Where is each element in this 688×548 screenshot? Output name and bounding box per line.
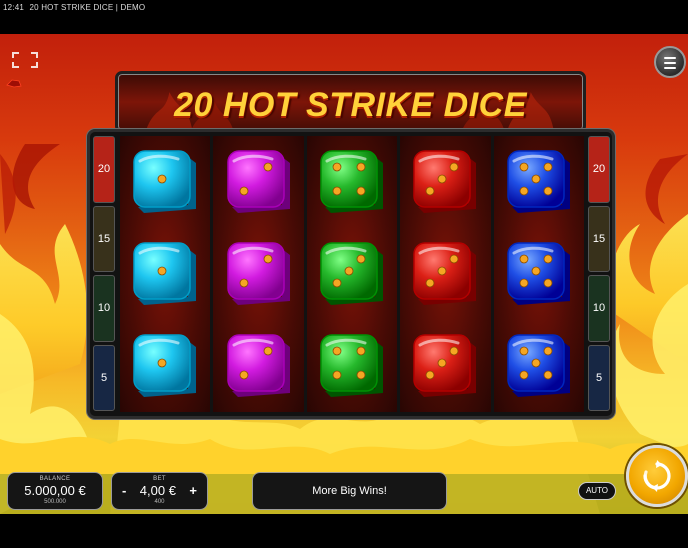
die-pip (356, 254, 366, 264)
paylines-left: 20 15 10 5 (93, 136, 115, 411)
die-pip (157, 174, 167, 184)
reels-grid (120, 136, 585, 412)
die-magenta (226, 242, 290, 305)
balance-value: 5.000,00 € (24, 483, 86, 498)
menu-icon[interactable] (654, 46, 686, 78)
die-pip (543, 370, 553, 380)
die-cyan (133, 242, 197, 305)
message-text: More Big Wins! (312, 485, 387, 497)
balance-label: BALANCE (39, 476, 71, 482)
message-panel: More Big Wins! (252, 472, 447, 510)
die-pip (356, 370, 366, 380)
die-pip (519, 346, 529, 356)
reel-red (400, 136, 491, 412)
die-pip (543, 186, 553, 196)
reel-magenta (213, 136, 304, 412)
die-pip (332, 162, 342, 172)
balance-panel: BALANCE 5.000,00 € 500.000 (7, 472, 103, 510)
payline-label: 15 (93, 205, 115, 272)
die-magenta (226, 334, 290, 397)
die-red (413, 242, 477, 305)
bet-increase-button[interactable]: + (189, 483, 197, 498)
paylines-right: 20 15 10 5 (588, 136, 610, 411)
die-pip (332, 370, 342, 380)
die-pip (426, 278, 435, 288)
sound-icon[interactable] (6, 78, 22, 88)
die-pip (519, 370, 529, 380)
status-title: 20 HOT STRIKE DICE | DEMO (29, 3, 146, 12)
die-blue (507, 150, 570, 213)
die-pip (543, 162, 553, 172)
die-pip (263, 162, 273, 172)
die-pip (263, 254, 273, 264)
spin-icon (643, 460, 671, 492)
die-green (320, 242, 384, 305)
die-blue (507, 242, 570, 305)
die-pip (519, 278, 529, 288)
reel-cyan (120, 136, 211, 412)
die-green (320, 334, 384, 397)
die-pip (438, 358, 447, 368)
die-magenta (226, 150, 290, 213)
die-red (413, 334, 477, 397)
spin-button[interactable] (626, 445, 688, 507)
bet-decrease-button[interactable]: - (122, 483, 126, 498)
reel-blue (493, 136, 585, 412)
die-pip (531, 358, 541, 368)
status-meta: 12:41 20 HOT STRIKE DICE | DEMO (3, 3, 148, 12)
bet-panel: BET - 4,00 € + 400 (111, 472, 208, 510)
die-pip (531, 266, 541, 276)
die-pip (543, 278, 553, 288)
die-pip (543, 254, 553, 264)
die-green (320, 150, 384, 213)
die-pip (344, 266, 354, 276)
payline-label: 5 (588, 344, 610, 411)
die-red (413, 150, 477, 213)
bet-value: 4,00 € (139, 483, 176, 498)
die-pip (239, 278, 249, 288)
die-pip (356, 346, 366, 356)
die-pip (543, 346, 553, 356)
die-pip (450, 162, 459, 172)
die-pip (519, 186, 529, 196)
status-bar: 12:41 20 HOT STRIKE DICE | DEMO (0, 0, 688, 34)
die-pip (531, 174, 541, 184)
status-time: 12:41 (3, 3, 25, 12)
payline-label: 20 (588, 136, 610, 203)
title-plate: 20 HOT STRIKE DICE (115, 71, 586, 133)
payline-label: 10 (93, 275, 115, 342)
payline-label: 20 (93, 136, 115, 203)
die-pip (332, 346, 342, 356)
die-pip (332, 186, 342, 196)
die-pip (157, 358, 167, 368)
die-pip (356, 162, 366, 172)
die-pip (519, 162, 529, 172)
die-pip (519, 254, 529, 264)
die-pip (239, 186, 249, 196)
die-pip (239, 370, 249, 380)
die-cyan (133, 334, 197, 397)
die-cyan (133, 150, 197, 213)
die-blue (507, 334, 570, 397)
payline-label: 5 (93, 344, 115, 411)
die-pip (438, 266, 447, 276)
autoplay-button[interactable]: AUTO (578, 482, 616, 500)
die-pip (426, 370, 435, 380)
die-pip (438, 174, 447, 184)
die-pip (157, 266, 167, 276)
die-pip (263, 346, 273, 356)
balance-sub: 500.000 (44, 499, 66, 505)
game-title: 20 HOT STRIKE DICE (174, 86, 527, 124)
reel-green (306, 136, 398, 412)
die-pip (450, 254, 459, 264)
bottom-bar (0, 514, 688, 548)
bet-sub: 400 (154, 499, 165, 505)
payline-label: 10 (588, 275, 610, 342)
die-pip (332, 278, 342, 288)
die-pip (426, 186, 435, 196)
die-pip (450, 346, 459, 356)
die-pip (356, 186, 366, 196)
fullscreen-icon[interactable] (12, 52, 38, 68)
payline-label: 15 (588, 205, 610, 272)
